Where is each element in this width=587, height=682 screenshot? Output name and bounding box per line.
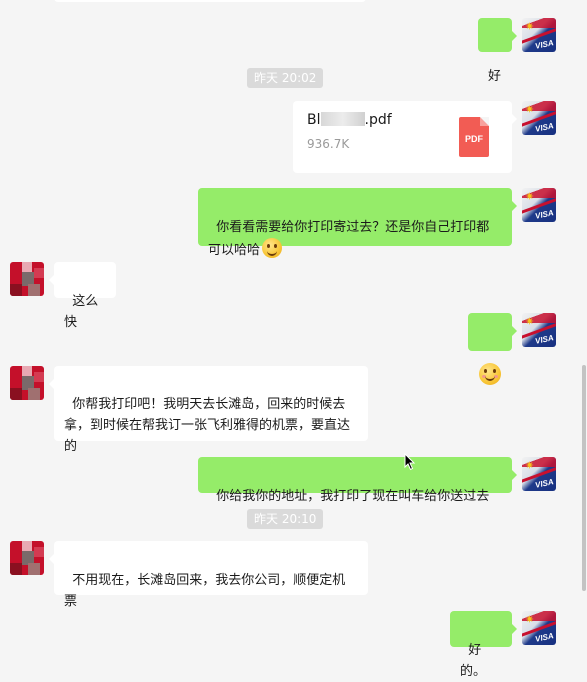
star-icon: ✷ (525, 103, 535, 116)
my-message-bubble[interactable]: 你给我你的地址，我打印了现在叫车给你送过去 (198, 457, 517, 504)
previous-message-bubble (54, 0, 366, 2)
visa-label: VISA (534, 333, 555, 346)
contact-message-bubble[interactable]: 这么快 (49, 262, 116, 330)
message-text: 不用现在，长滩岛回来，我去你公司，顺便定机票 (64, 573, 346, 609)
timestamp: 昨天 20:10 (247, 509, 324, 529)
scrollbar-track[interactable] (581, 0, 587, 661)
my-avatar[interactable]: ✷ VISA (522, 188, 556, 222)
file-name: Bl .pdf (307, 112, 392, 128)
my-avatar[interactable]: ✷ VISA (522, 101, 556, 135)
file-size: 936.7K (307, 137, 350, 151)
star-icon: ✷ (525, 613, 535, 626)
my-avatar[interactable]: ✷ VISA (522, 611, 556, 645)
my-message-bubble[interactable]: 好 (478, 18, 517, 84)
contact-avatar[interactable] (10, 541, 44, 575)
contact-avatar[interactable] (10, 366, 44, 400)
my-message-bubble[interactable]: 你看看需要给你打印寄过去？还是你自己打印都可以哈哈 (198, 188, 517, 258)
blush-emoji-icon (479, 363, 501, 385)
message-text: 你给我你的地址，我打印了现在叫车给你送过去 (216, 489, 490, 504)
visa-label: VISA (534, 208, 555, 221)
my-avatar[interactable]: ✷ VISA (522, 18, 556, 52)
visa-label: VISA (534, 631, 555, 644)
message-text: 你帮我打印吧！我明天去长滩岛，回来的时候去拿，到时候在帮我订一张飞利雅得的机票，… (64, 397, 351, 454)
message-text: 好 (488, 69, 502, 84)
message-text: 你看看需要给你打印寄过去？还是你自己打印都可以哈哈 (208, 220, 490, 258)
contact-message-bubble[interactable]: 不用现在，长滩岛回来，我去你公司，顺便定机票 (49, 541, 368, 609)
redacted-text (320, 112, 365, 126)
star-icon: ✷ (525, 315, 535, 328)
scrollbar-thumb[interactable] (582, 365, 586, 591)
mouse-cursor-icon (404, 453, 416, 471)
message-text: 这么快 (64, 294, 99, 330)
pdf-file-icon: PDF (459, 117, 489, 157)
visa-label: VISA (534, 477, 555, 490)
message-text: 好的。 (460, 643, 487, 679)
star-icon: ✷ (525, 190, 535, 203)
my-message-bubble[interactable]: 好的。 (450, 611, 517, 679)
visa-label: VISA (534, 38, 555, 51)
contact-avatar[interactable] (10, 262, 44, 296)
my-avatar[interactable]: ✷ VISA (522, 313, 556, 347)
contact-message-bubble[interactable]: 你帮我打印吧！我明天去长滩岛，回来的时候去拿，到时候在帮我订一张飞利雅得的机票，… (49, 366, 368, 454)
visa-label: VISA (534, 121, 555, 134)
smile-emoji-icon (262, 238, 283, 258)
star-icon: ✷ (525, 459, 535, 472)
file-message-card[interactable]: Bl .pdf 936.7K PDF (293, 101, 517, 173)
star-icon: ✷ (525, 20, 535, 33)
my-message-bubble[interactable] (468, 313, 517, 385)
timestamp: 昨天 20:02 (247, 68, 324, 88)
my-avatar[interactable]: ✷ VISA (522, 457, 556, 491)
